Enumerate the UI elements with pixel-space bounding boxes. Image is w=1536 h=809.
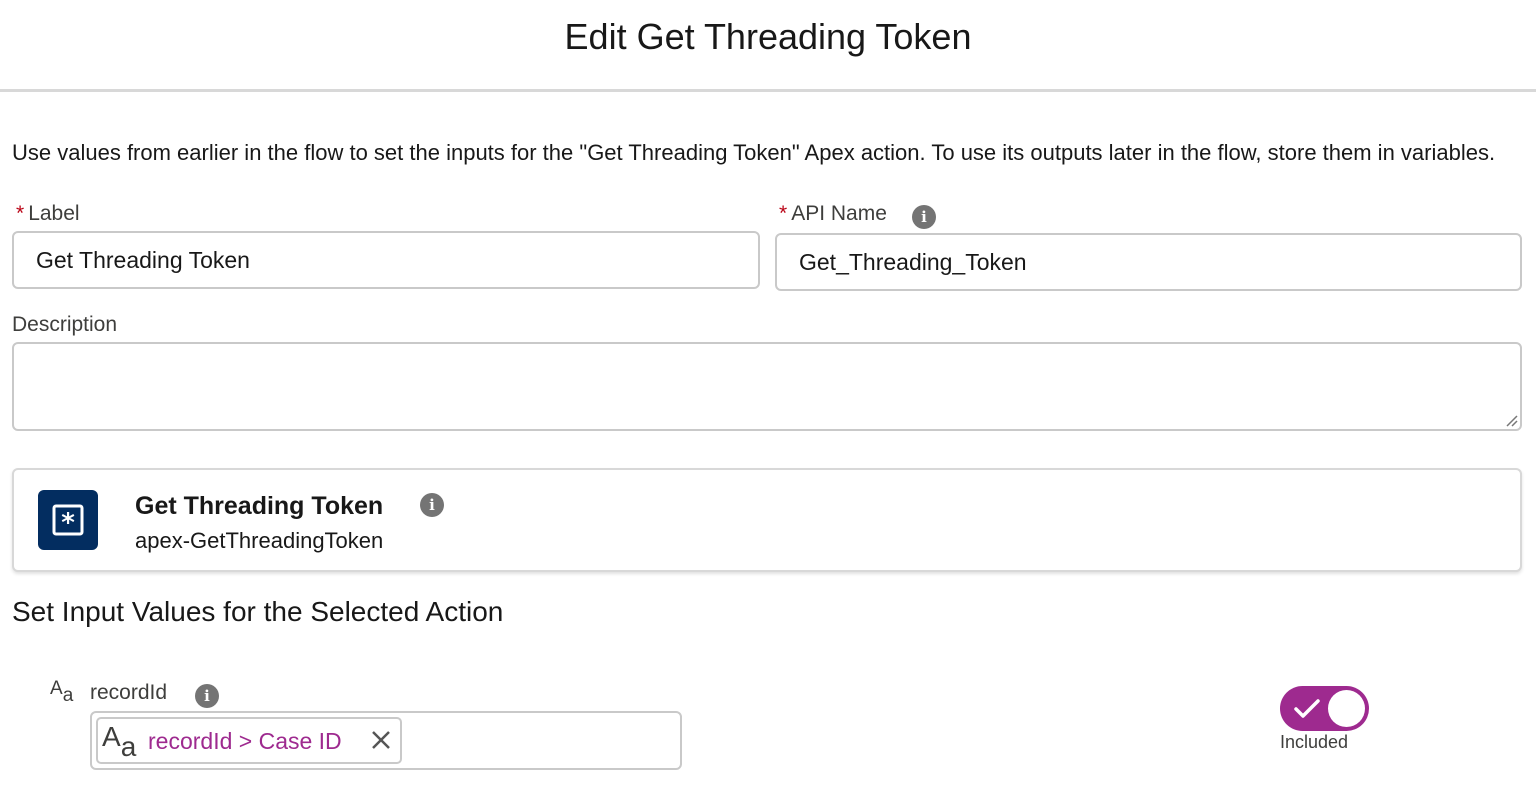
apex-action-icon: * xyxy=(38,490,98,550)
toggle-knob xyxy=(1328,690,1365,727)
input-info-icon[interactable]: i xyxy=(195,684,219,708)
description-field-label: Description xyxy=(12,313,118,336)
include-toggle[interactable] xyxy=(1280,686,1369,731)
label-input[interactable]: Get Threading Token xyxy=(12,231,760,289)
action-title: Get Threading Token xyxy=(135,492,384,520)
section-title: Set Input Values for the Selected Action xyxy=(12,596,504,627)
api-name-info-icon[interactable]: i xyxy=(912,205,936,229)
label-field-label: * Label xyxy=(16,202,80,225)
input-value-combobox[interactable]: Aa recordId > Case ID xyxy=(90,711,682,770)
svg-text:*: * xyxy=(61,508,75,538)
check-icon xyxy=(1294,699,1320,718)
api-name-input-value: Get_Threading_Token xyxy=(799,249,1027,275)
resize-grip-icon[interactable] xyxy=(1504,413,1518,427)
intro-text: Use values from earlier in the flow to s… xyxy=(12,140,1496,165)
text-type-icon: Aa xyxy=(50,678,74,706)
label-input-value: Get Threading Token xyxy=(36,247,250,273)
resource-pill[interactable]: Aa recordId > Case ID xyxy=(96,717,402,764)
text-type-icon: Aa xyxy=(102,721,137,762)
api-name-field-label: * API Name xyxy=(779,202,887,225)
action-info-icon[interactable]: i xyxy=(420,493,444,517)
required-marker: * xyxy=(16,202,25,225)
api-name-input[interactable]: Get_Threading_Token xyxy=(775,233,1522,291)
description-textarea[interactable] xyxy=(12,342,1522,431)
input-name-label: recordId xyxy=(90,681,168,704)
modal-title: Edit Get Threading Token xyxy=(564,16,972,57)
selected-action-card: * Get Threading Token i apex-GetThreadin… xyxy=(12,468,1522,572)
resource-pill-label: recordId > Case ID xyxy=(148,728,342,754)
required-marker: * xyxy=(779,202,788,225)
close-icon[interactable] xyxy=(370,729,392,751)
action-api-name: apex-GetThreadingToken xyxy=(135,528,384,553)
toggle-label: Included xyxy=(1280,732,1349,752)
modal-header: Edit Get Threading Token xyxy=(0,0,1536,92)
